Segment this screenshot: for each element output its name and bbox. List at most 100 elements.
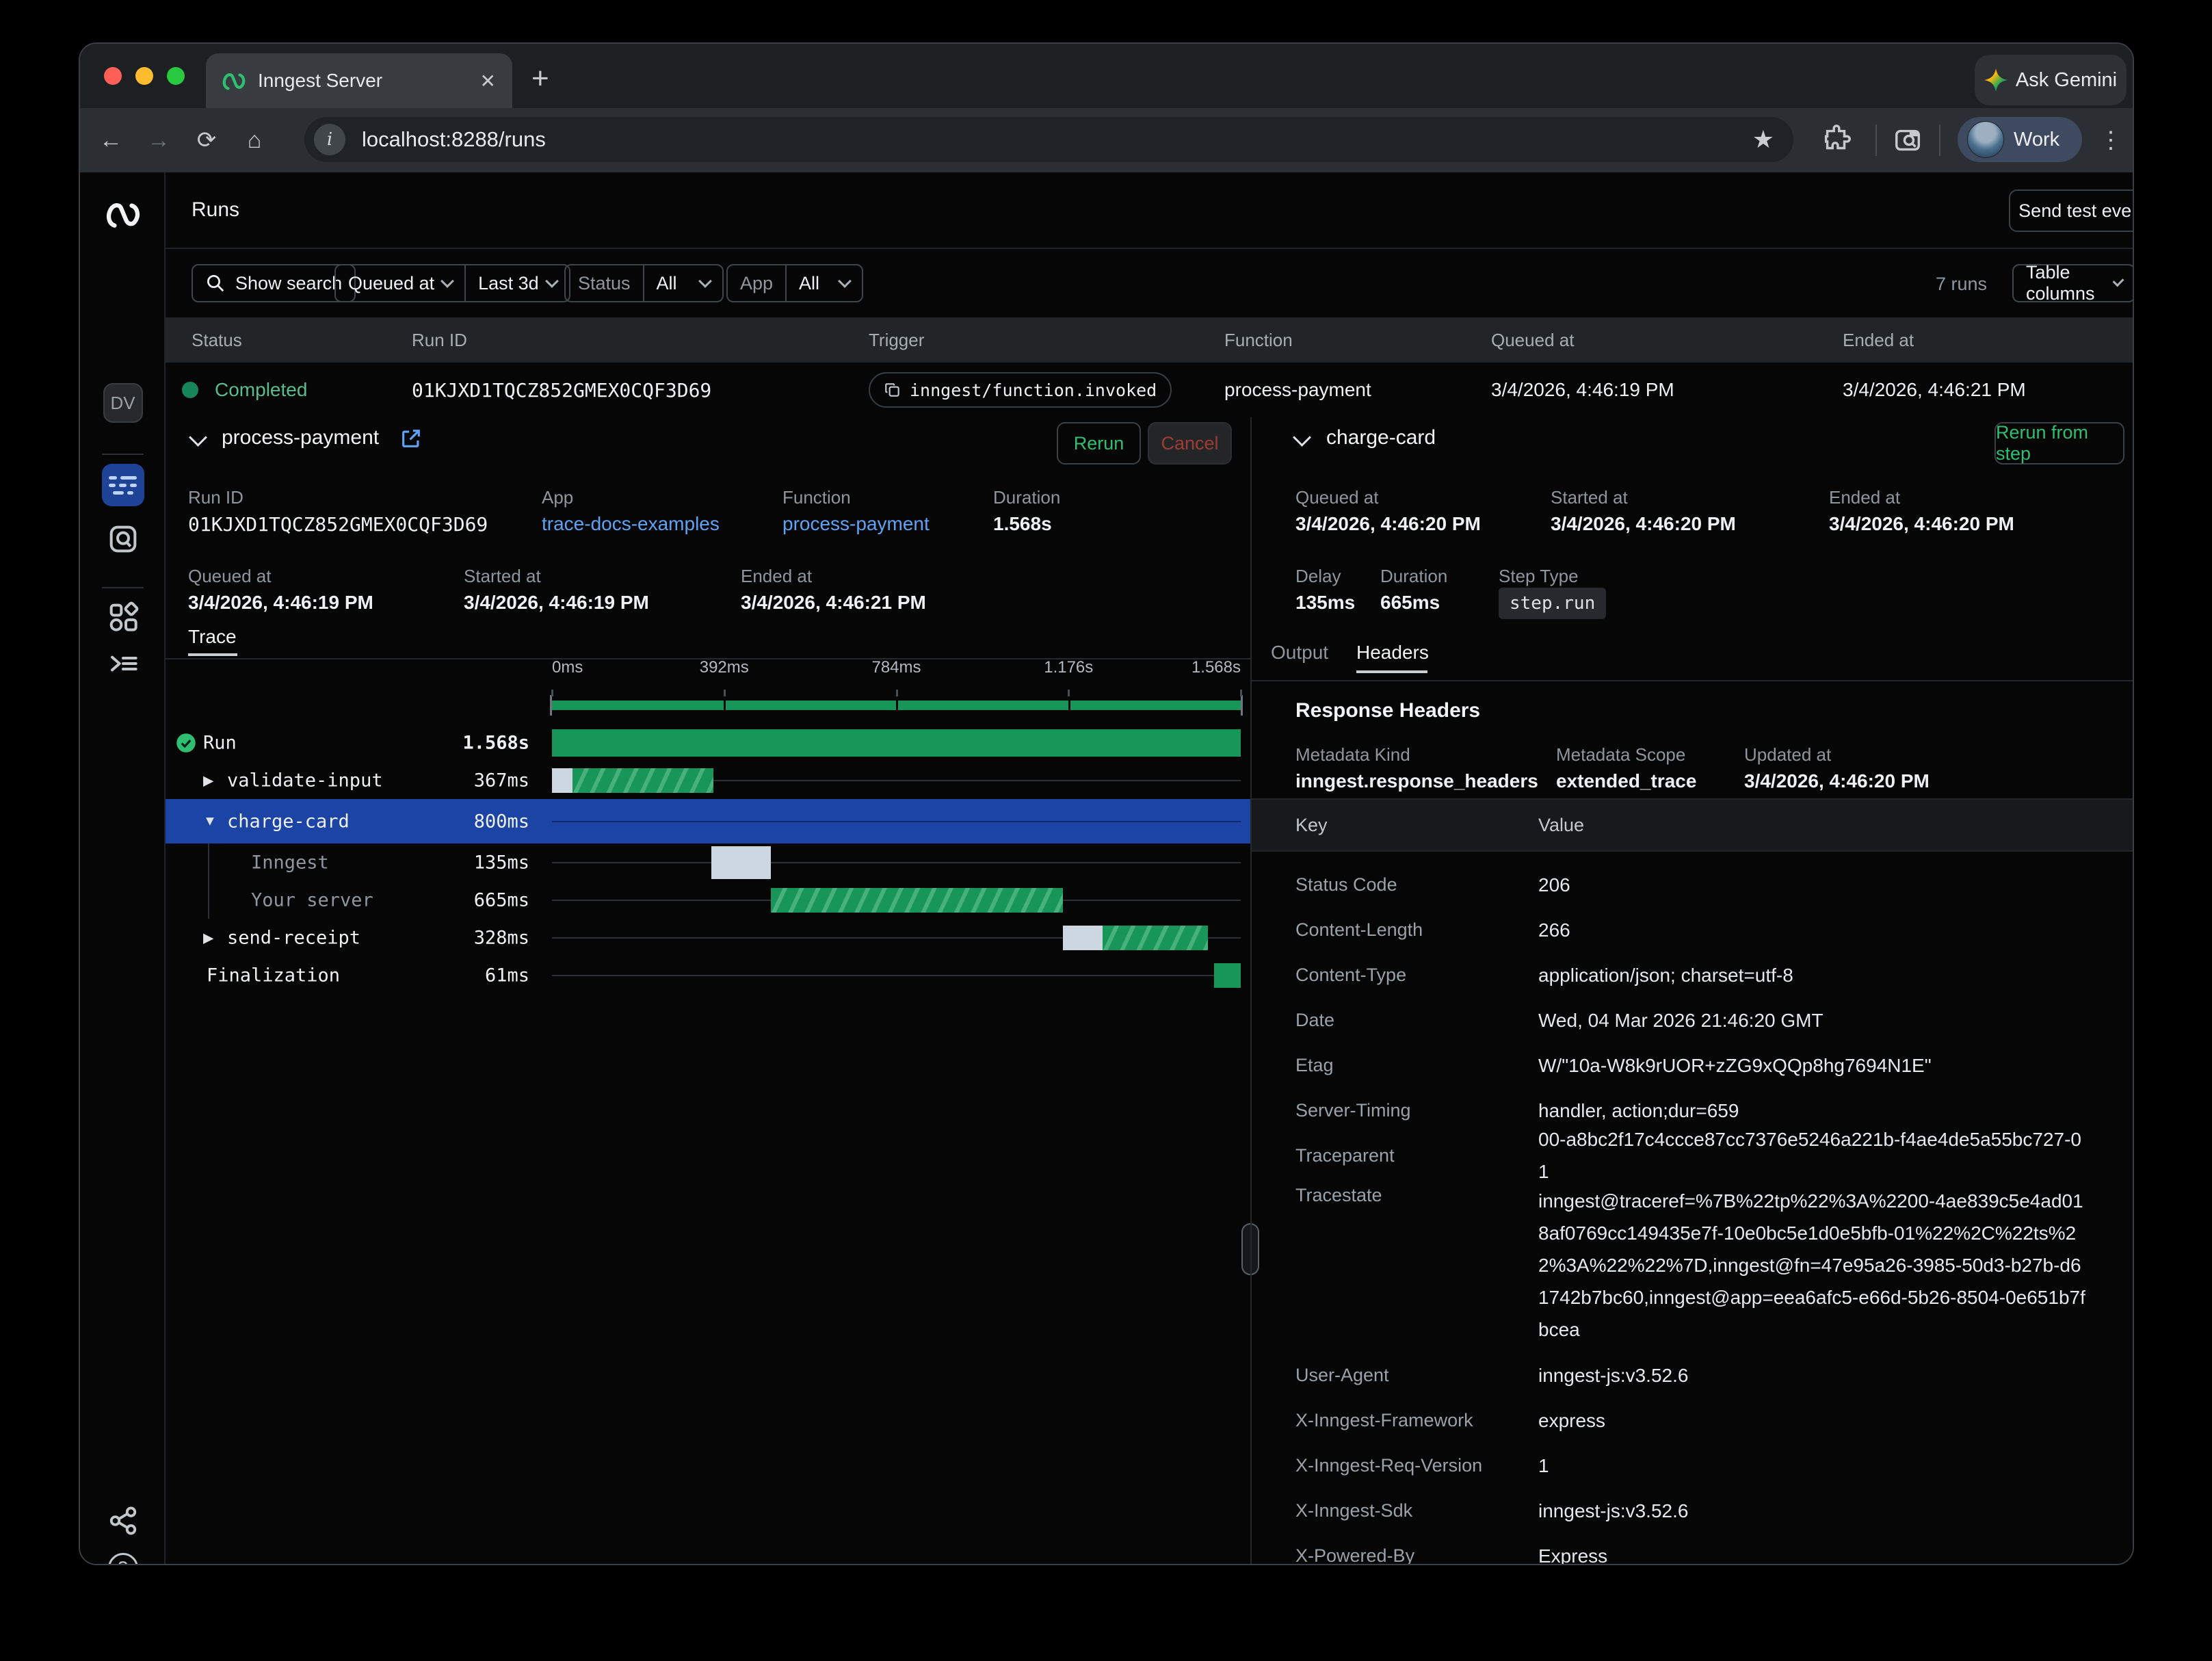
status-filter[interactable]: Status All (564, 264, 724, 302)
trace-row-charge-card[interactable]: ▼charge-card800ms (166, 799, 1250, 843)
bookmark-star-icon[interactable]: ★ (1752, 125, 1774, 154)
ask-gemini-button[interactable]: Ask Gemini (1975, 55, 2127, 105)
col-run-id[interactable]: Run ID (412, 330, 467, 351)
show-search-button[interactable]: Show search (192, 264, 356, 302)
header-row-x-inngest-sdk: X-Inngest-Sdkinngest-js:v3.52.6 (1252, 1488, 2134, 1533)
cancel-button[interactable]: Cancel (1148, 422, 1232, 465)
browser-tab[interactable]: Inngest Server ✕ (206, 53, 512, 108)
header-value: inngest-js:v3.52.6 (1538, 1495, 2085, 1527)
rerun-button[interactable]: Rerun (1057, 422, 1141, 465)
time-filter[interactable]: Queued at Last 3d (334, 264, 570, 302)
zoom-window-button[interactable] (167, 67, 185, 85)
forward-icon[interactable]: → (142, 123, 176, 157)
expand-icon[interactable]: ▶ (203, 929, 213, 946)
header-value: application/json; charset=utf-8 (1538, 959, 2085, 991)
section-divider (1252, 680, 2134, 681)
trace-row-send-receipt[interactable]: ▶send-receipt328ms (166, 919, 1250, 956)
sidebar-item-queue[interactable] (80, 647, 166, 680)
trigger-badge[interactable]: inngest/function.invoked (869, 372, 1172, 408)
trace-bar-exec[interactable] (1103, 926, 1208, 950)
trace-step-name: Your server (251, 889, 373, 911)
function-link[interactable]: process-payment (782, 513, 930, 535)
col-trigger[interactable]: Trigger (869, 330, 924, 351)
trace-step-name: charge-card (227, 811, 350, 832)
trace-row-inngest[interactable]: Inngest135ms (166, 843, 1250, 881)
page-title: Runs (192, 198, 239, 222)
trace-step-duration: 61ms (485, 965, 529, 986)
header-row-traceparent: Traceparent00-a8bc2f17c4ccce87cc7376e524… (1252, 1133, 2134, 1178)
collapse-step-icon[interactable] (1293, 428, 1311, 447)
trace-step-name: send-receipt (227, 927, 360, 948)
extensions-icon[interactable] (1821, 125, 1852, 156)
tab-close-icon[interactable]: ✕ (480, 70, 496, 92)
sidebar-item-share[interactable] (80, 1505, 166, 1536)
timeline-tick (551, 690, 553, 696)
browser-menu-icon[interactable]: ⋮ (2099, 123, 2122, 157)
app-filter[interactable]: App All (726, 264, 863, 302)
tab-trace[interactable]: Trace (188, 626, 237, 648)
profile-name: Work (2014, 129, 2059, 151)
timeline-tick (896, 690, 898, 696)
minimize-window-button[interactable] (135, 67, 153, 85)
tab-output[interactable]: Output (1271, 642, 1328, 664)
url-bar[interactable]: i localhost:8288/runs ★ (304, 117, 1793, 162)
trace-guideline (552, 862, 1241, 863)
timeline-tick-label: 1.568s (1191, 658, 1241, 677)
tab-search-icon[interactable] (1893, 125, 1924, 156)
header-row-x-powered-by: X-Powered-ByExpress (1252, 1533, 2134, 1565)
app-link[interactable]: trace-docs-examples (542, 513, 720, 535)
external-link-icon[interactable] (399, 427, 423, 450)
step-ended-label: Ended at (1829, 487, 1900, 508)
header-key: Traceparent (1252, 1145, 1538, 1166)
col-function[interactable]: Function (1224, 330, 1293, 351)
inngest-logo[interactable] (80, 197, 166, 231)
trace-row-validate-input[interactable]: ▶validate-input367ms (166, 761, 1250, 799)
sidebar-item-help[interactable]: ? (80, 1553, 166, 1565)
browser-toolbar: ← → ⟳ ⌂ i localhost:8288/runs ★ Work ⋮ (80, 108, 2133, 172)
trace-bar-delay[interactable] (711, 846, 771, 879)
trace-bar-solid[interactable] (1214, 963, 1241, 988)
kv-table-header: Key Value (1252, 798, 2134, 852)
trace-bar-delay[interactable] (552, 768, 572, 793)
url-text[interactable]: localhost:8288/runs (362, 127, 1752, 152)
back-icon[interactable]: ← (94, 123, 128, 157)
trace-bar-solid[interactable] (552, 729, 1241, 757)
table-columns-button[interactable]: Table columns (2012, 264, 2134, 302)
header-key: Date (1252, 1010, 1538, 1031)
timeline-tick (1068, 690, 1070, 696)
run-id-cell[interactable]: 01KJXD1TQCZ852GMEX0CQF3D69 (412, 379, 711, 402)
key-column: Key (1295, 815, 1328, 836)
trace-row-your-server[interactable]: Your server665ms (166, 881, 1250, 919)
collapse-icon[interactable]: ▼ (203, 813, 217, 829)
tab-headers[interactable]: Headers (1356, 642, 1429, 664)
ended-value: 3/4/2026, 4:46:21 PM (741, 592, 926, 614)
trace-bar-exec[interactable] (771, 888, 1063, 913)
trace-bar-delay[interactable] (1063, 926, 1103, 950)
home-icon[interactable]: ⌂ (237, 123, 272, 157)
col-queued-at[interactable]: Queued at (1491, 330, 1574, 351)
site-info-icon[interactable]: i (314, 124, 345, 155)
app-header: Runs Send test event (166, 172, 2134, 249)
env-badge[interactable]: DV (80, 383, 166, 423)
run-id-label: Run ID (188, 487, 243, 508)
col-ended-at[interactable]: Ended at (1843, 330, 1914, 351)
trace-bar-exec[interactable] (572, 768, 713, 793)
trace-row-finalization[interactable]: Finalization61ms (166, 956, 1250, 994)
sidebar-item-apps[interactable] (80, 601, 166, 633)
reload-icon[interactable]: ⟳ (189, 123, 224, 157)
close-window-button[interactable] (104, 67, 122, 85)
expand-icon[interactable]: ▶ (203, 772, 213, 789)
profile-chip[interactable]: Work (1958, 117, 2082, 162)
sidebar-item-runs[interactable] (80, 464, 166, 506)
share-icon (107, 1505, 139, 1536)
trace-row-run[interactable]: Run1.568s (166, 724, 1250, 761)
trace-step-duration: 367ms (474, 770, 529, 791)
col-status[interactable]: Status (192, 330, 242, 351)
sidebar-item-events[interactable] (80, 523, 166, 555)
rerun-from-step-button[interactable]: Rerun from step (1994, 422, 2124, 465)
status-dot (182, 382, 198, 398)
send-test-event-button[interactable]: Send test event (2009, 189, 2134, 232)
collapse-run-icon[interactable] (189, 428, 207, 447)
new-tab-button[interactable]: + (531, 67, 549, 90)
table-row[interactable]: Completed 01KJXD1TQCZ852GMEX0CQF3D69 inn… (166, 363, 2134, 417)
